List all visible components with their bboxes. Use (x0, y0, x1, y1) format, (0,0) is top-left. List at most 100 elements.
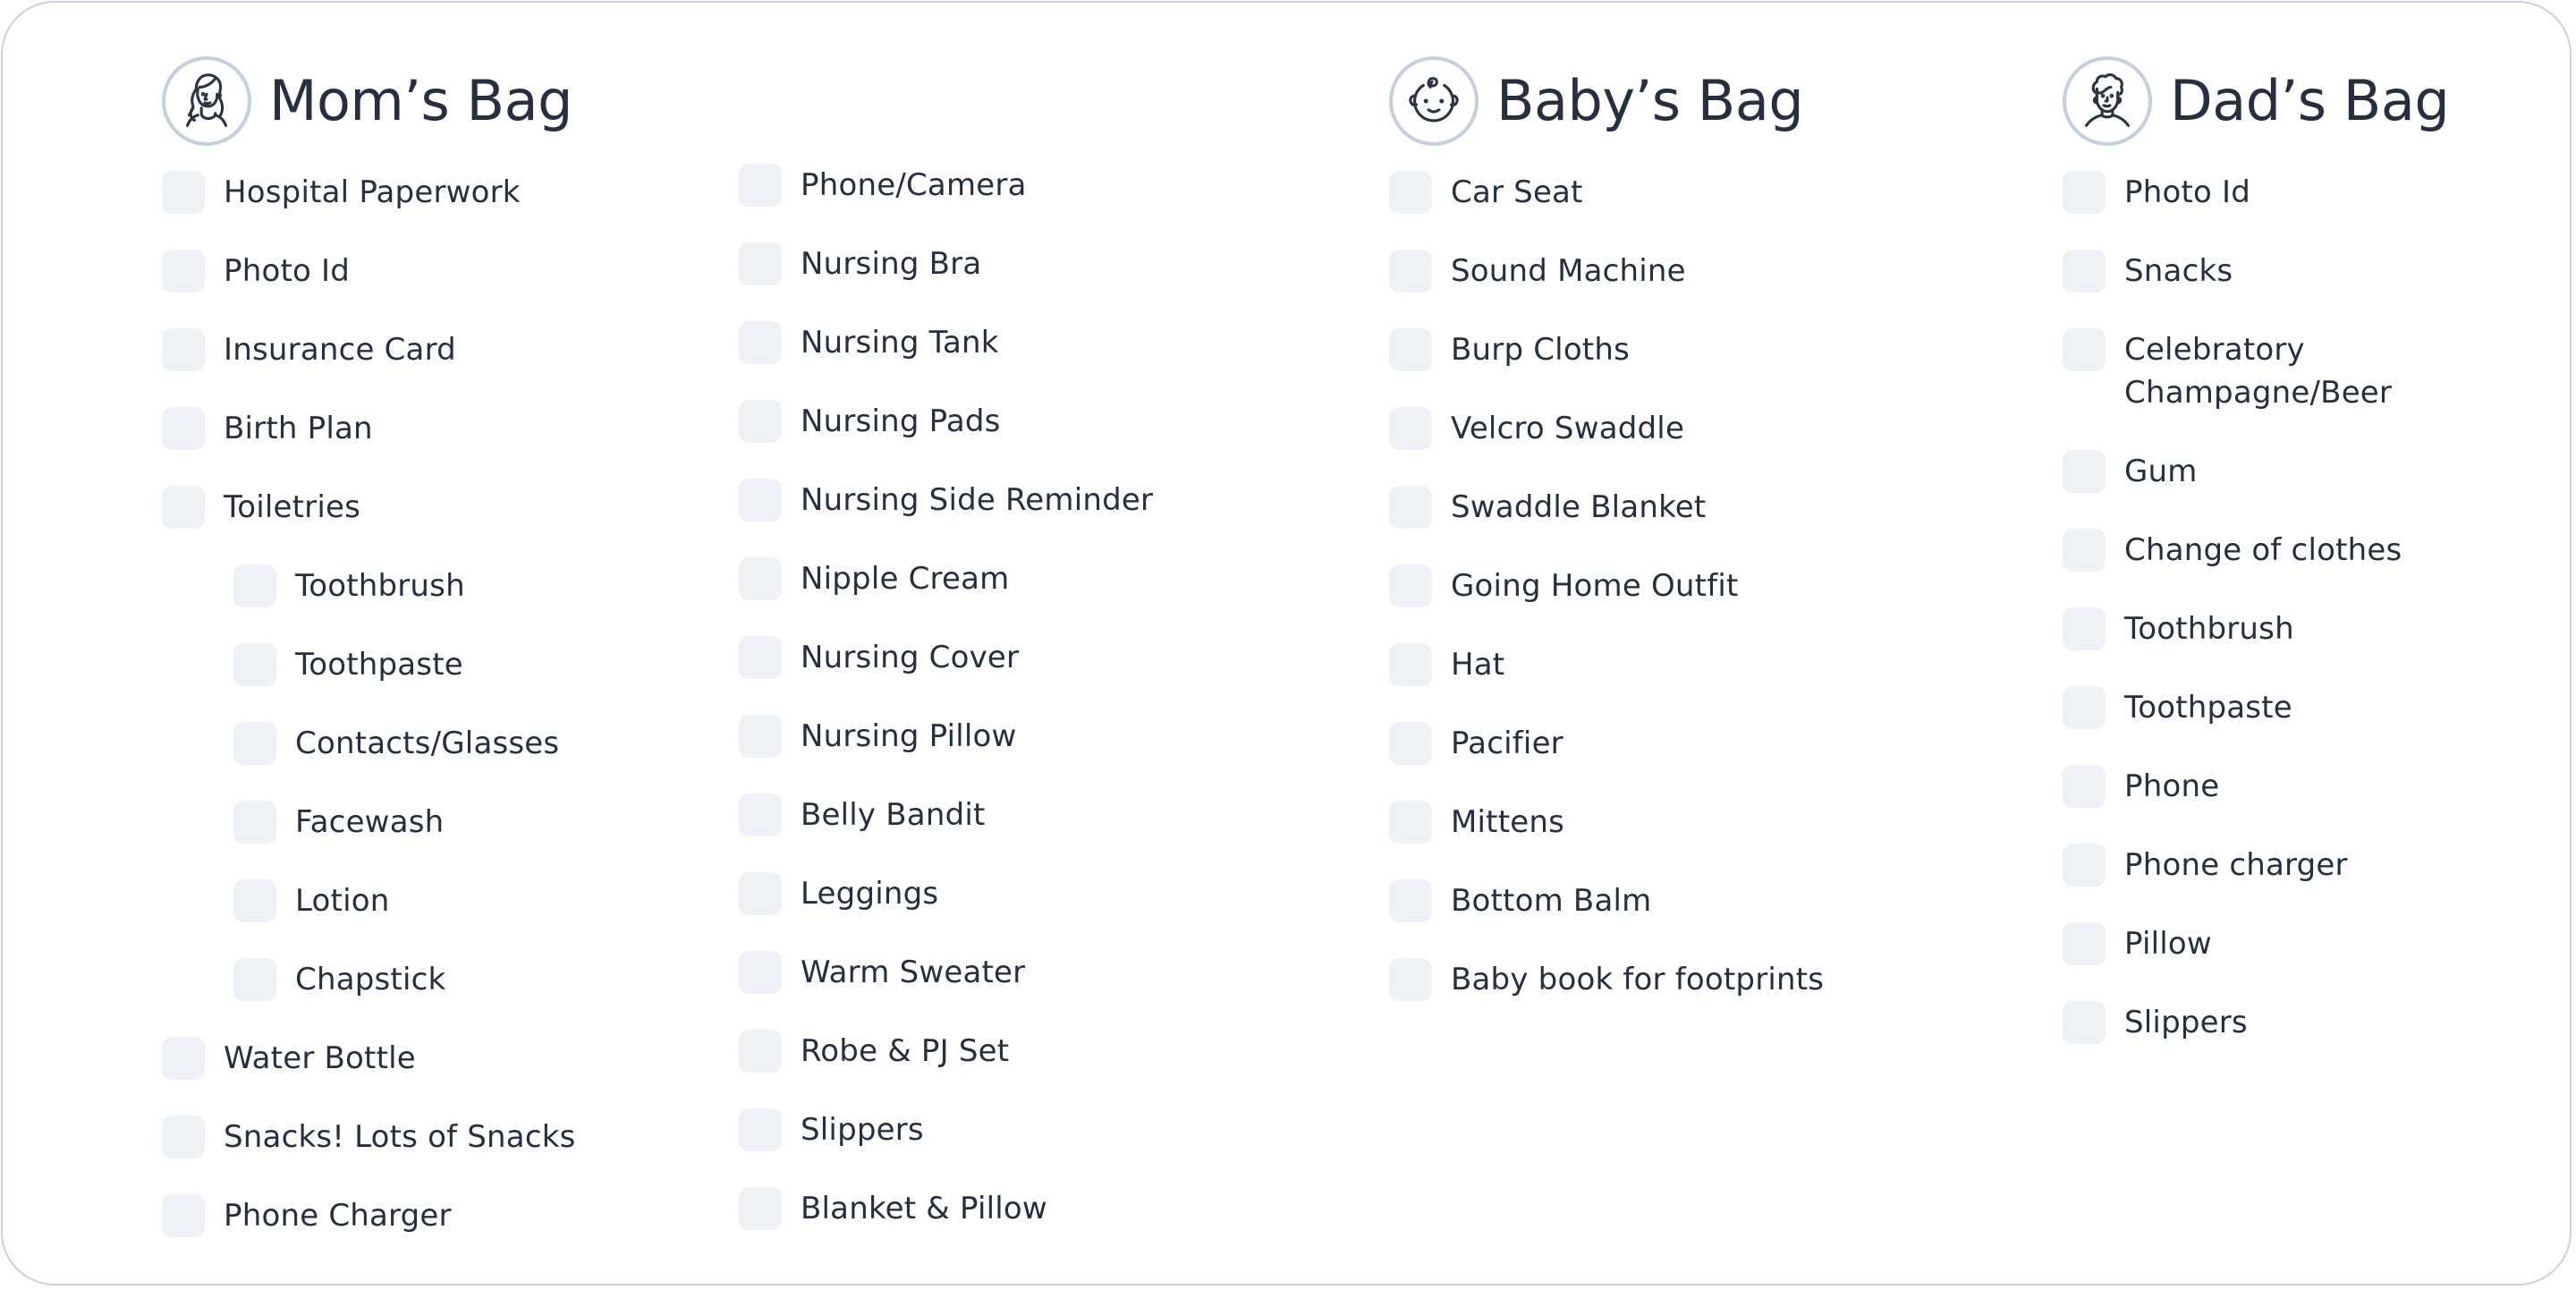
checkbox[interactable] (2063, 250, 2106, 293)
list-item[interactable]: Toiletries (162, 486, 576, 564)
list-item[interactable]: Phone charger (2063, 844, 2428, 922)
list-item[interactable]: Insurance Card (162, 328, 576, 407)
list-item[interactable]: Blanket & Pillow (739, 1187, 1153, 1266)
checkbox[interactable] (162, 1194, 205, 1237)
list-subitem[interactable]: Facewash (162, 801, 576, 879)
checkbox[interactable] (1389, 250, 1432, 293)
checkbox[interactable] (162, 1037, 205, 1080)
list-item[interactable]: Photo Id (162, 250, 576, 328)
list-item[interactable]: Birth Plan (162, 407, 576, 486)
list-item[interactable]: Nipple Cream (739, 557, 1153, 636)
checkbox[interactable] (739, 794, 782, 836)
checkbox[interactable] (1389, 564, 1432, 607)
list-item[interactable]: Nursing Tank (739, 321, 1153, 400)
list-item[interactable]: Pillow (2063, 922, 2428, 1001)
checkbox[interactable] (233, 722, 276, 765)
list-item[interactable]: Nursing Cover (739, 636, 1153, 715)
checkbox[interactable] (739, 636, 782, 679)
checkbox[interactable] (233, 958, 276, 1001)
list-item[interactable]: Hospital Paperwork (162, 171, 576, 250)
checkbox[interactable] (739, 400, 782, 443)
checkbox[interactable] (162, 407, 205, 450)
list-subitem[interactable]: Toothpaste (162, 643, 576, 722)
checkbox[interactable] (2063, 686, 2106, 729)
checkbox[interactable] (739, 1187, 782, 1230)
list-item[interactable]: Change of clothes (2063, 529, 2428, 607)
list-item[interactable]: Leggings (739, 872, 1153, 951)
list-item[interactable]: Toothbrush (2063, 607, 2428, 686)
list-item[interactable]: Pacifier (1389, 722, 1824, 801)
list-item[interactable]: Photo Id (2063, 171, 2428, 250)
list-item[interactable]: Slippers (2063, 1001, 2428, 1080)
checkbox[interactable] (2063, 529, 2106, 572)
list-item[interactable]: Water Bottle (162, 1037, 576, 1116)
checkbox[interactable] (739, 1108, 782, 1151)
checkbox[interactable] (2063, 328, 2106, 371)
list-item[interactable]: Warm Sweater (739, 951, 1153, 1030)
list-item[interactable]: Hat (1389, 643, 1824, 722)
list-item[interactable]: Going Home Outfit (1389, 564, 1824, 643)
checkbox[interactable] (233, 879, 276, 922)
checkbox[interactable] (739, 1030, 782, 1073)
list-item[interactable]: Nursing Pillow (739, 715, 1153, 794)
list-item[interactable]: Swaddle Blanket (1389, 486, 1824, 564)
list-subitem[interactable]: Contacts/Glasses (162, 722, 576, 801)
checkbox[interactable] (739, 479, 782, 522)
checkbox[interactable] (2063, 1001, 2106, 1044)
checkbox[interactable] (233, 643, 276, 686)
list-item[interactable]: Mittens (1389, 801, 1824, 879)
checkbox[interactable] (1389, 407, 1432, 450)
checkbox[interactable] (739, 715, 782, 758)
checkbox[interactable] (739, 242, 782, 285)
checkbox[interactable] (233, 564, 276, 607)
list-item[interactable]: Nursing Bra (739, 242, 1153, 321)
list-item[interactable]: Phone/Camera (739, 164, 1153, 242)
checkbox[interactable] (1389, 722, 1432, 765)
list-item[interactable]: Velcro Swaddle (1389, 407, 1824, 486)
checkbox[interactable] (739, 872, 782, 915)
list-item[interactable]: Bottom Balm (1389, 879, 1824, 958)
checkbox[interactable] (162, 171, 205, 214)
list-item[interactable]: Robe & PJ Set (739, 1030, 1153, 1108)
list-item[interactable]: Baby book for footprints (1389, 958, 1824, 1037)
list-item[interactable]: Burp Cloths (1389, 328, 1824, 407)
checkbox[interactable] (162, 486, 205, 529)
checkbox[interactable] (1389, 958, 1432, 1001)
list-item[interactable]: Phone Charger (162, 1194, 576, 1273)
checkbox[interactable] (2063, 922, 2106, 965)
checkbox[interactable] (2063, 844, 2106, 887)
checkbox[interactable] (2063, 765, 2106, 808)
list-subitem[interactable]: Chapstick (162, 958, 576, 1037)
checkbox[interactable] (2063, 171, 2106, 214)
checkbox[interactable] (1389, 643, 1432, 686)
checkbox[interactable] (162, 1116, 205, 1158)
checkbox[interactable] (1389, 879, 1432, 922)
checkbox[interactable] (2063, 607, 2106, 650)
checkbox[interactable] (1389, 171, 1432, 214)
checkbox[interactable] (1389, 486, 1432, 529)
list-item[interactable]: Car Seat (1389, 171, 1824, 250)
list-item[interactable]: Phone (2063, 765, 2428, 844)
checkbox[interactable] (162, 328, 205, 371)
list-item[interactable]: Nursing Side Reminder (739, 479, 1153, 557)
list-item[interactable]: Toothpaste (2063, 686, 2428, 765)
checkbox[interactable] (1389, 328, 1432, 371)
list-item[interactable]: Snacks (2063, 250, 2428, 328)
list-item[interactable]: Celebratory Champagne/Beer (2063, 328, 2428, 450)
list-item[interactable]: Snacks! Lots of Snacks (162, 1116, 576, 1194)
list-item[interactable]: Nursing Pads (739, 400, 1153, 479)
list-item[interactable]: Slippers (739, 1108, 1153, 1187)
checkbox[interactable] (2063, 450, 2106, 493)
list-subitem[interactable]: Lotion (162, 879, 576, 958)
checkbox[interactable] (739, 951, 782, 994)
list-item[interactable]: Gum (2063, 450, 2428, 529)
checkbox[interactable] (1389, 801, 1432, 844)
list-subitem[interactable]: Toothbrush (162, 564, 576, 643)
checkbox[interactable] (739, 557, 782, 600)
checkbox[interactable] (162, 250, 205, 293)
checkbox[interactable] (233, 801, 276, 844)
checkbox[interactable] (739, 164, 782, 207)
checkbox[interactable] (739, 321, 782, 364)
list-item[interactable]: Sound Machine (1389, 250, 1824, 328)
list-item[interactable]: Belly Bandit (739, 794, 1153, 872)
